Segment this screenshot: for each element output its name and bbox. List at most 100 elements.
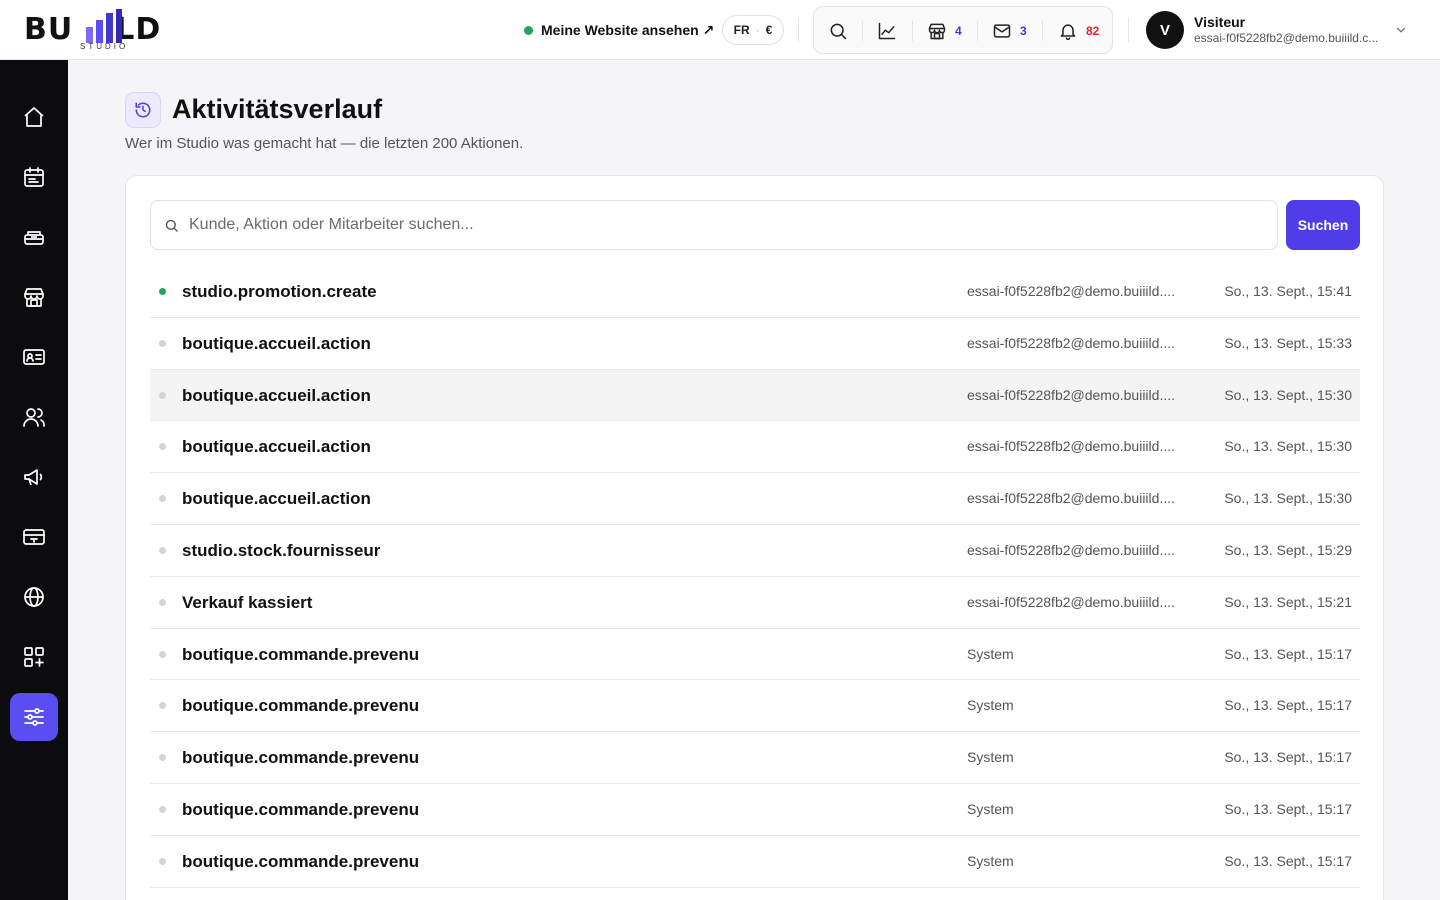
sidebar-item-home[interactable] (10, 93, 58, 141)
search-input[interactable] (189, 201, 1269, 249)
sidebar (0, 60, 68, 900)
activity-action: boutique.accueil.action (182, 437, 371, 457)
activity-time: So., 13. Sept., 15:17 (1224, 645, 1352, 662)
activity-time: So., 13. Sept., 15:33 (1224, 334, 1352, 351)
activity-row[interactable]: Verkauf kassiert essai-f0f5228fb2@demo.bu… (150, 577, 1360, 629)
logo-bars-icon (86, 9, 122, 43)
status-dot (159, 546, 166, 554)
user-email: essai-f0f5228fb2@demo.buiiild.c... (1194, 31, 1379, 45)
history-icon (125, 92, 161, 128)
store-count: 4 (955, 24, 962, 38)
activity-actor: System (967, 800, 1014, 817)
activity-action: boutique.commande.prevenu (182, 851, 420, 871)
search-icon (830, 23, 847, 40)
activity-actor: essai-f0f5228fb2@demo.buiiild.... (967, 490, 1175, 507)
status-dot (159, 754, 166, 762)
analytics-button[interactable] (877, 19, 897, 43)
home-icon (24, 107, 44, 127)
notifications-button[interactable]: 82 (1058, 19, 1099, 43)
activity-action: boutique.accueil.action (182, 385, 371, 405)
activity-time: So., 13. Sept., 15:17 (1224, 749, 1352, 766)
activity-row[interactable]: boutique.commande.prevenu System So., 13. … (150, 629, 1360, 681)
search-tool-button[interactable] (828, 19, 848, 43)
activity-row[interactable]: boutique.accueil.action essai-f0f5228fb2@… (150, 318, 1360, 370)
page-subtitle: Wer im Studio was gemacht hat — die letz… (125, 135, 524, 152)
sidebar-item-marketing[interactable] (10, 453, 58, 501)
activity-actor: System (967, 852, 1014, 869)
activity-row[interactable]: studio.promotion.create essai-f0f5228fb2@… (150, 266, 1360, 318)
status-dot (159, 495, 166, 503)
payment-card-icon (23, 529, 45, 545)
activity-row[interactable]: boutique.commande.prevenu System So., 13. … (150, 732, 1360, 784)
sidebar-item-website[interactable] (10, 573, 58, 621)
brand-logo[interactable]: BU LD STUDIO (24, 8, 184, 52)
activity-actor: System (967, 749, 1014, 766)
sidebar-item-contacts[interactable] (10, 333, 58, 381)
sidebar-item-apps[interactable] (10, 633, 58, 681)
search-button[interactable]: Suchen (1286, 200, 1360, 250)
status-dot (159, 288, 166, 295)
activity-action: studio.stock.fournisseur (182, 540, 381, 560)
header-divider (798, 18, 799, 42)
search-icon (165, 219, 178, 232)
activity-row[interactable]: boutique.accueil.action essai-f0f5228fb2@… (150, 369, 1360, 422)
users-icon (23, 408, 45, 427)
activity-time: So., 13. Sept., 15:29 (1224, 541, 1352, 558)
contact-card-icon (23, 349, 45, 365)
sidebar-item-payments[interactable] (10, 513, 58, 561)
currency-symbol: € (765, 23, 773, 37)
store-button[interactable]: 4 (927, 19, 962, 43)
activity-actor: System (967, 645, 1014, 662)
sidebar-item-inventory[interactable] (10, 213, 58, 261)
activity-time: So., 13. Sept., 15:30 (1224, 386, 1352, 403)
activity-time: So., 13. Sept., 15:21 (1224, 593, 1352, 610)
header-divider (1128, 18, 1129, 42)
language-currency-switch[interactable]: FR · € (722, 15, 784, 45)
status-dot (159, 805, 166, 813)
activity-card: Suchen studio.promotion.create essai-f0f5… (125, 175, 1384, 900)
activity-actor: essai-f0f5228fb2@demo.buiiild.... (967, 283, 1175, 299)
activity-list: studio.promotion.create essai-f0f5228fb2@… (150, 266, 1360, 888)
activity-time: So., 13. Sept., 15:41 (1224, 283, 1352, 299)
messages-button[interactable]: 3 (992, 19, 1027, 43)
activity-actor: essai-f0f5228fb2@demo.buiiild.... (967, 593, 1175, 610)
user-name[interactable]: Visiteur (1194, 14, 1245, 30)
activity-time: So., 13. Sept., 15:17 (1224, 800, 1352, 817)
settings-sliders-icon (24, 708, 44, 726)
status-dot (159, 857, 166, 865)
activity-actor: System (967, 697, 1014, 714)
activity-row[interactable]: boutique.commande.prevenu System So., 13. … (150, 680, 1360, 733)
notification-count: 82 (1086, 24, 1100, 38)
search-box (150, 200, 1278, 250)
apps-add-icon (24, 647, 44, 667)
activity-action: boutique.commande.prevenu (182, 644, 420, 664)
bell-icon (1060, 24, 1076, 41)
toolbar-separator (1042, 21, 1043, 41)
live-status-dot (524, 25, 533, 35)
activity-actor: essai-f0f5228fb2@demo.buiiild.... (967, 541, 1175, 558)
logo-subtitle: STUDIO (80, 42, 129, 51)
activity-action: boutique.commande.prevenu (182, 696, 420, 716)
activity-row[interactable]: studio.stock.fournisseur essai-f0f5228fb2… (150, 525, 1360, 577)
sidebar-item-users[interactable] (10, 393, 58, 441)
activity-row[interactable]: boutique.commande.prevenu System So., 13. … (150, 784, 1360, 836)
activity-action: boutique.accueil.action (182, 489, 371, 509)
status-dot (159, 650, 166, 658)
mail-count: 3 (1020, 24, 1027, 38)
chevron-down-icon[interactable] (1394, 23, 1408, 37)
view-website-link[interactable]: Meine Website ansehen ↗ (524, 19, 714, 41)
status-dot (159, 391, 166, 399)
megaphone-icon (24, 469, 43, 486)
user-avatar[interactable]: V (1146, 11, 1184, 49)
activity-row[interactable]: boutique.commande.prevenu System So., 13. … (150, 836, 1360, 888)
activity-action: studio.promotion.create (182, 282, 377, 301)
activity-row[interactable]: boutique.accueil.action essai-f0f5228fb2@… (150, 421, 1360, 474)
store-icon (24, 288, 44, 307)
activity-time: So., 13. Sept., 15:30 (1224, 438, 1352, 455)
status-dot (159, 702, 166, 710)
sidebar-item-store[interactable] (10, 273, 58, 321)
activity-row[interactable]: boutique.accueil.action essai-f0f5228fb2@… (150, 473, 1360, 525)
sidebar-item-settings[interactable] (10, 693, 58, 741)
sidebar-item-calendar[interactable] (10, 153, 58, 201)
activity-time: So., 13. Sept., 15:17 (1224, 697, 1352, 714)
